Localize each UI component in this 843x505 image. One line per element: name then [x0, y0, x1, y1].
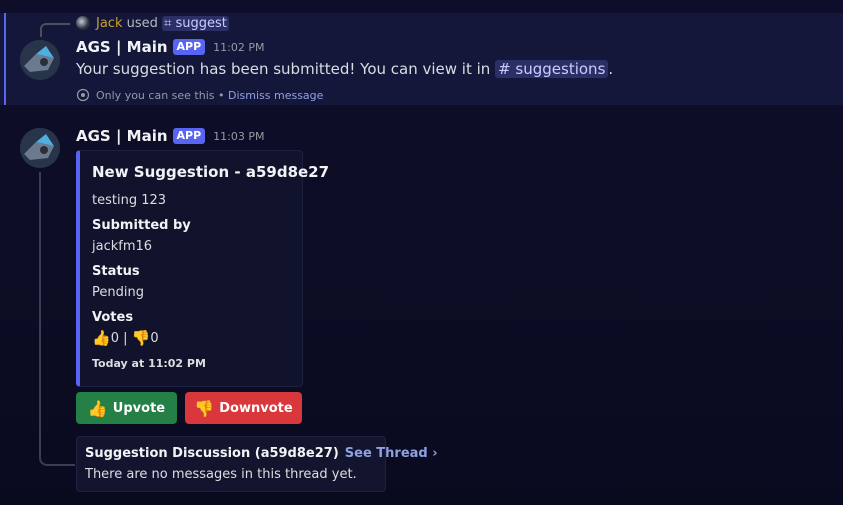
- field-value-submitted-by: jackfm16: [92, 239, 153, 254]
- channel-name: suggestions: [515, 60, 606, 78]
- thread-title: Suggestion Discussion (a59d8e27): [85, 446, 339, 461]
- app-badge: APP: [172, 128, 206, 144]
- thumbs-up-icon: 👍: [92, 329, 111, 347]
- vote-separator: |: [123, 330, 128, 346]
- upvote-label: Upvote: [112, 400, 166, 416]
- thread-connector: [39, 172, 75, 466]
- message-text: Your suggestion has been submitted! You …: [76, 60, 491, 78]
- reply-connector: [40, 23, 70, 37]
- thumbs-down-icon: 👎: [194, 398, 215, 418]
- field-value-status: Pending: [92, 285, 144, 300]
- thread-title-row: Suggestion Discussion (a59d8e27) See Thre…: [85, 446, 438, 461]
- downvote-button[interactable]: 👎 Downvote: [185, 392, 302, 424]
- chat-view: Jack used ⌗ suggest AGS | Main APP 11:02…: [0, 0, 843, 505]
- author-name[interactable]: AGS | Main: [76, 127, 168, 145]
- bot-avatar[interactable]: [20, 128, 60, 168]
- slash-command-icon: ⌗: [164, 16, 172, 31]
- message-content: Your suggestion has been submitted! You …: [76, 60, 613, 78]
- command-mention[interactable]: ⌗ suggest: [162, 16, 229, 31]
- command-reply-context: Jack used ⌗ suggest: [96, 16, 229, 31]
- upvote-count: 0: [110, 330, 119, 346]
- ephemeral-note: Only you can see this • Dismiss message: [76, 88, 323, 102]
- message-text-end: .: [608, 60, 614, 78]
- command-name: suggest: [175, 16, 227, 31]
- thread-preview[interactable]: Suggestion Discussion (a59d8e27) See Thre…: [76, 436, 438, 492]
- eye-icon: [76, 88, 90, 102]
- dot-separator: •: [218, 88, 225, 102]
- reply-username[interactable]: Jack: [96, 16, 122, 31]
- message-header: AGS | Main APP 11:02 PM: [76, 38, 265, 56]
- app-badge: APP: [172, 39, 206, 55]
- message-timestamp: 11:03 PM: [213, 129, 265, 143]
- suggestion-embed: New Suggestion - a59d8e27 testing 123 Su…: [76, 150, 329, 387]
- field-name-votes: Votes: [92, 310, 134, 325]
- message-header: AGS | Main APP 11:03 PM: [76, 127, 265, 145]
- downvote-count: 0: [150, 330, 159, 346]
- message-timestamp: 11:02 PM: [213, 40, 265, 54]
- ephemeral-text: Only you can see this: [96, 88, 215, 102]
- thumbs-down-icon: 👎: [131, 329, 151, 347]
- highlight-bar: [4, 13, 6, 105]
- thread-empty-message: There are no messages in this thread yet…: [85, 467, 357, 482]
- reply-user-avatar[interactable]: [76, 16, 90, 30]
- author-name[interactable]: AGS | Main: [76, 38, 168, 56]
- field-value-votes: 👍 0 | 👎 0: [92, 329, 159, 347]
- embed-footer-timestamp: Today at 11:02 PM: [92, 357, 206, 370]
- bot-avatar[interactable]: [20, 40, 60, 80]
- dismiss-message-link[interactable]: Dismiss message: [228, 89, 323, 102]
- reply-used-text: used: [126, 16, 158, 31]
- channel-mention[interactable]: # suggestions: [495, 60, 609, 78]
- embed-title: New Suggestion - a59d8e27: [92, 163, 330, 181]
- embed-description: testing 123: [92, 193, 167, 208]
- chevron-right-icon: ›: [432, 446, 438, 461]
- thumbs-up-icon: 👍: [87, 398, 108, 418]
- downvote-label: Downvote: [219, 400, 293, 416]
- see-thread-link[interactable]: See Thread ›: [345, 446, 438, 461]
- upvote-button[interactable]: 👍 Upvote: [76, 392, 177, 424]
- field-name-status: Status: [92, 264, 140, 279]
- field-name-submitted-by: Submitted by: [92, 218, 191, 233]
